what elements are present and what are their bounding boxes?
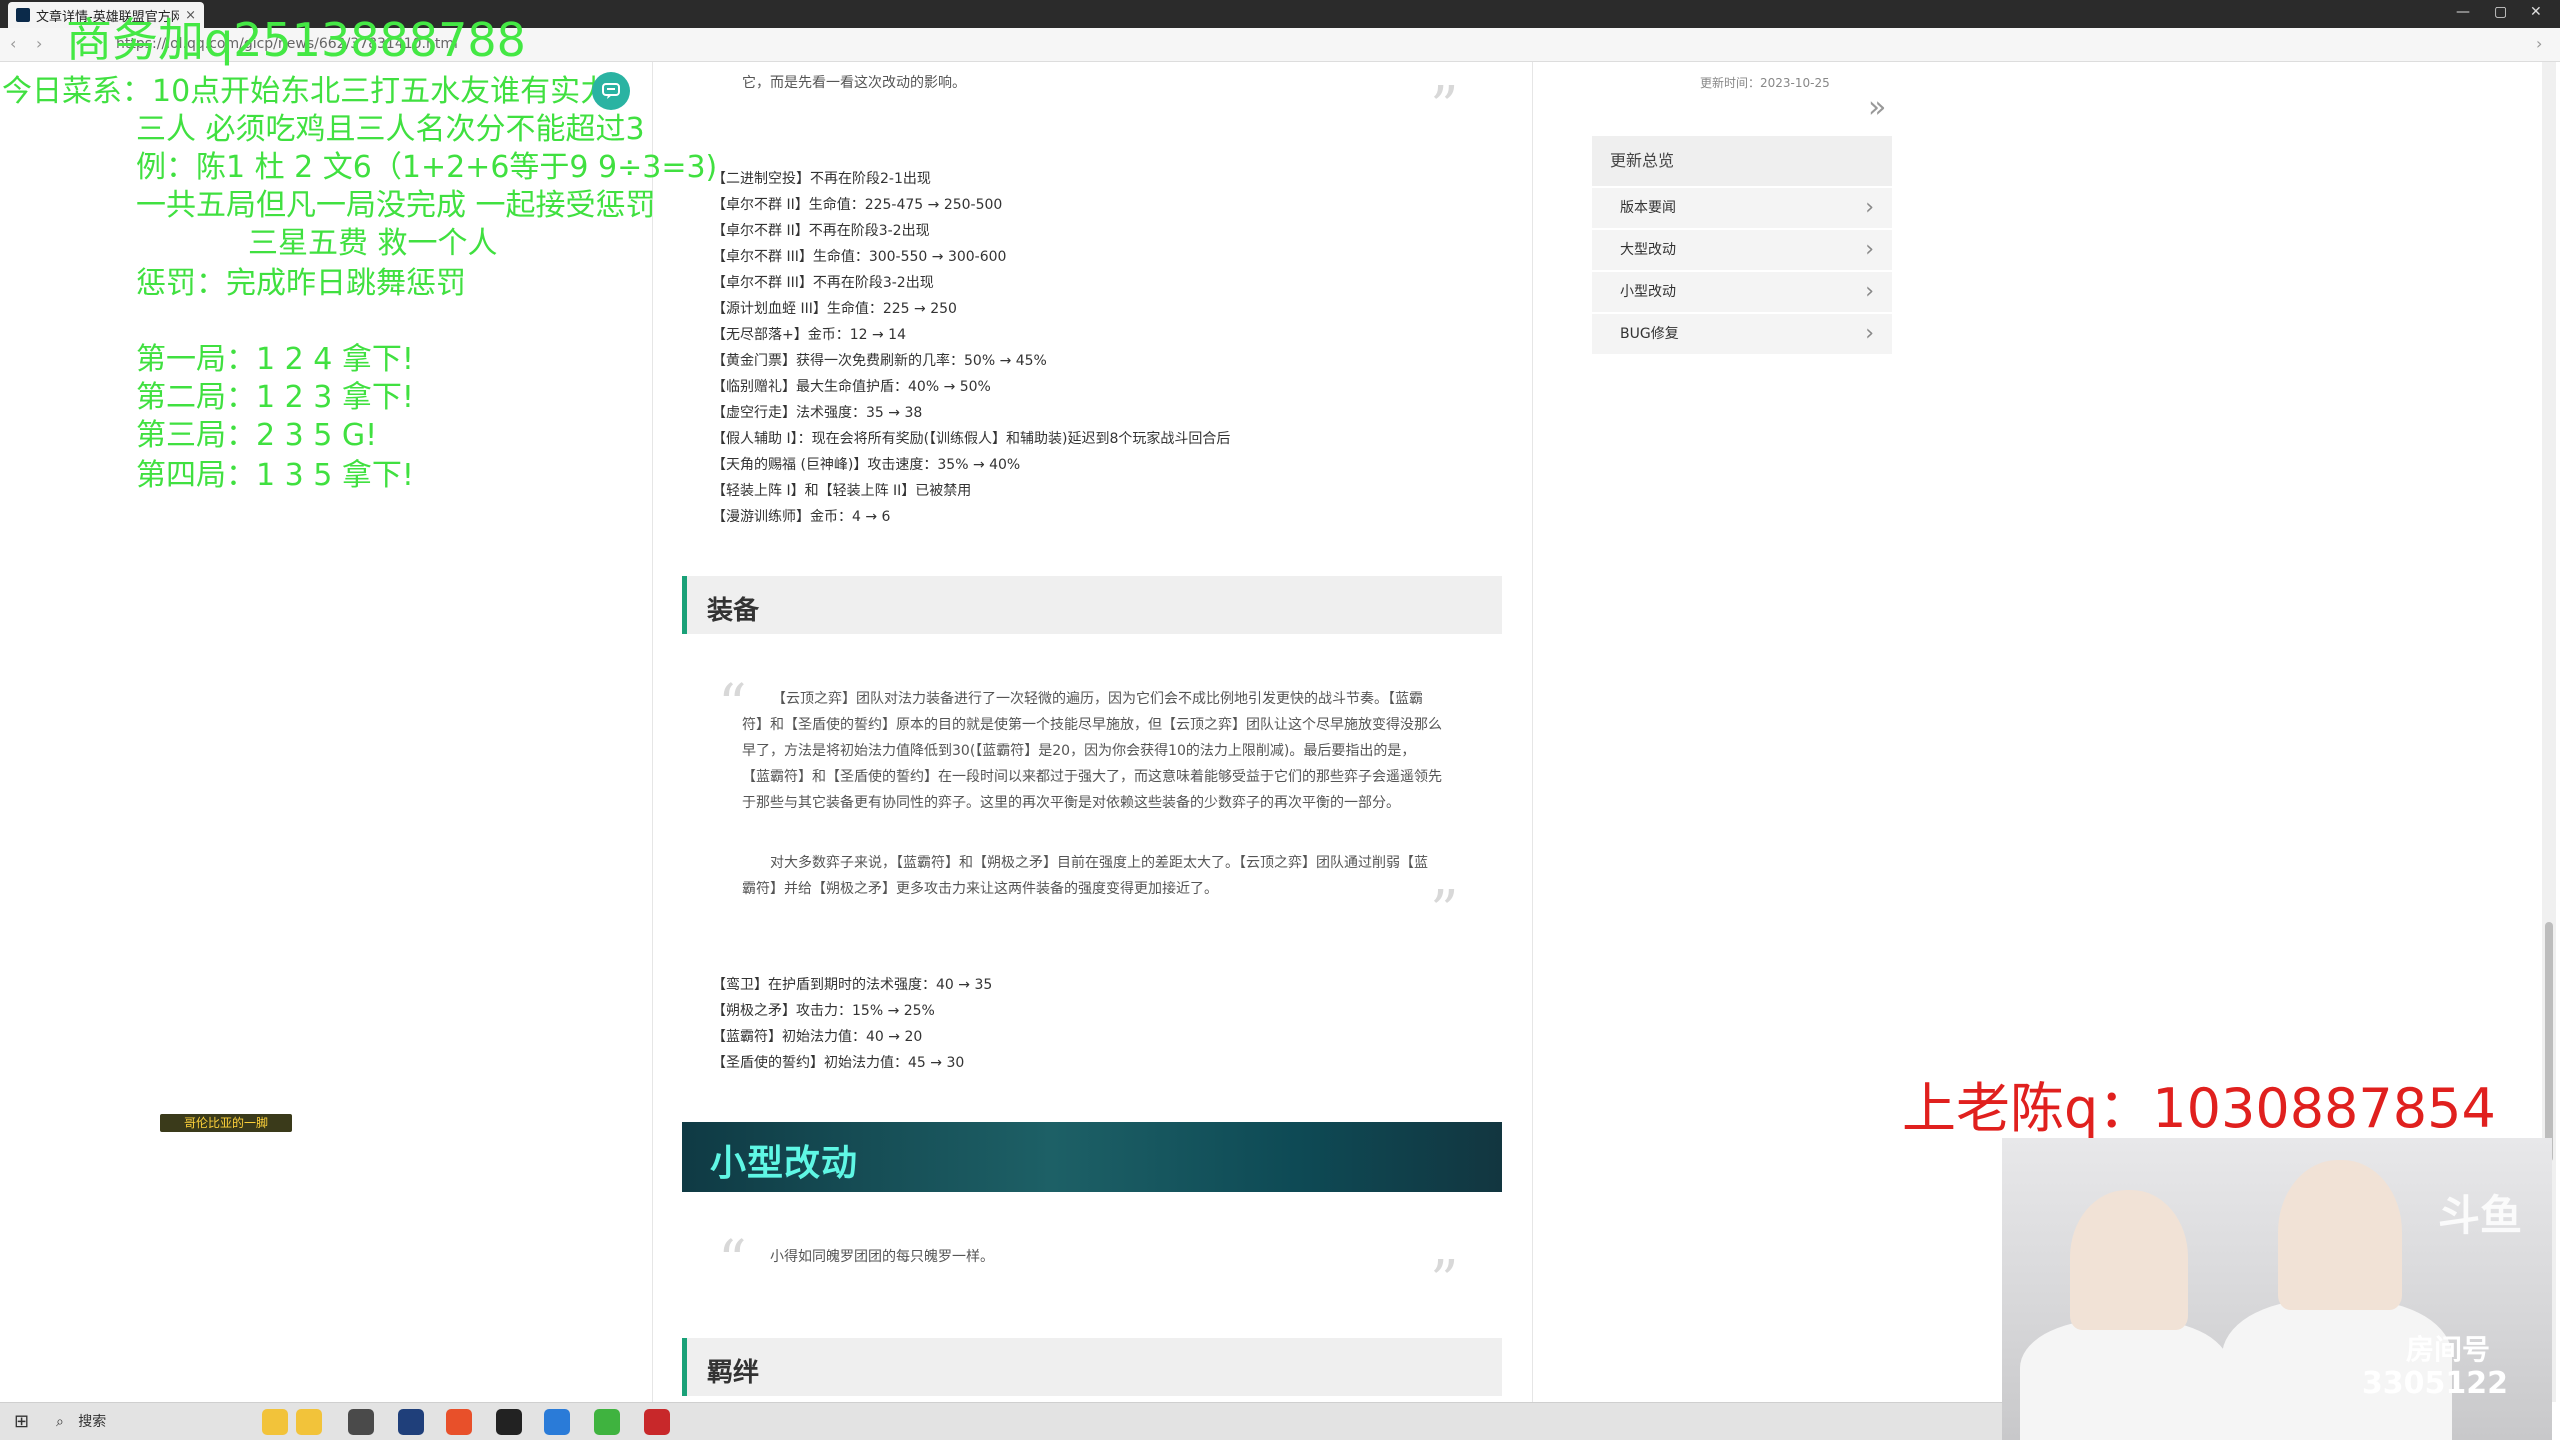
list-item: 【卓尔不群 II】生命值：225-475 → 250-500 — [712, 197, 1003, 213]
content-divider-left — [652, 62, 653, 1402]
update-time: 更新时间：2023-10-25 — [1700, 76, 1830, 90]
windows-taskbar: ⊞ ⌕ 搜索 — [0, 1402, 2002, 1440]
webcam-person-left-body — [2020, 1320, 2230, 1440]
minimize-icon[interactable]: — — [2456, 4, 2470, 20]
sidebar-item-bug-fixes[interactable]: BUG修复 › — [1592, 314, 1892, 354]
overview-title: 更新总览 — [1592, 136, 1892, 186]
list-item: 【鸾卫】在护盾到期时的法术强度：40 → 35 — [712, 977, 993, 993]
content-divider-right — [1532, 62, 1533, 1402]
list-item: 【临别赠礼】最大生命值护盾：40% → 50% — [712, 379, 991, 395]
sidebar-item-label: 小型改动 — [1620, 284, 1676, 300]
section-title: 装备 — [707, 596, 760, 626]
double-arrow-icon[interactable]: » — [1868, 90, 1886, 125]
quote-open-icon: “ — [718, 1229, 747, 1294]
list-item: 【轻装上阵 I】和【轻装上阵 II】已被禁用 — [712, 483, 972, 499]
section-title: 羁绊 — [707, 1358, 760, 1388]
equipment-quote-paragraph-1: 【云顶之弈】团队对法力装备进行了一次轻微的遍历，因为它们会不成比例地引发更快的战… — [742, 686, 1462, 816]
sidebar-item-major-changes[interactable]: 大型改动 › — [1592, 230, 1892, 270]
banner-title: 小型改动 — [710, 1143, 859, 1184]
quote-close-icon: ” — [1430, 75, 1459, 140]
quote-line: 霸符】并给【朔极之矛】更多攻击力来让这两件装备的强度变得更加接近了。 — [742, 881, 1218, 897]
overlay-line: 惩罚：完成昨日跳舞惩罚 — [136, 266, 466, 301]
chevron-right-icon: › — [1865, 195, 1874, 220]
list-item: 【漫游训练师】金币：4 → 6 — [712, 509, 891, 525]
augment-change-list: 【二进制空投】不再在阶段2-1出现 【卓尔不群 II】生命值：225-475 →… — [712, 166, 1230, 530]
list-item: 【天角的赐福 (巨神峰)】攻击速度：35% → 40% — [712, 457, 1021, 473]
search-icon: ⌕ — [56, 1414, 64, 1430]
chevron-right-icon: › — [1865, 237, 1874, 262]
taskbar-app-icon[interactable] — [262, 1409, 288, 1435]
sidebar-item-version-news[interactable]: 版本要闻 › — [1592, 188, 1892, 228]
chat-bubble-icon[interactable] — [592, 72, 630, 110]
room-number: 3305122 — [2361, 1366, 2508, 1401]
overlay-line: 第三局：2 3 5 G! — [136, 418, 378, 453]
chat-glyph-icon — [602, 83, 620, 99]
quote-close-icon: ” — [1430, 1249, 1459, 1314]
section-banner-small-changes: 小型改动 — [682, 1122, 1502, 1192]
sidebar-item-label: 大型改动 — [1620, 242, 1676, 258]
list-item: 【圣盾使的誓约】初始法力值：45 → 30 — [712, 1055, 965, 1071]
taskbar-search[interactable]: ⌕ 搜索 — [56, 1409, 256, 1435]
list-item: 【卓尔不群 II】不再在阶段3-2出现 — [712, 223, 930, 239]
quote-line: 对大多数弈子来说，【蓝霸符】和【朔极之矛】目前在强度上的差距太大了。【云顶之弈】… — [770, 855, 1428, 871]
maximize-icon[interactable]: ▢ — [2494, 4, 2507, 20]
webcam-person-left — [2070, 1190, 2188, 1330]
list-item: 【蓝霸符】初始法力值：40 → 20 — [712, 1029, 923, 1045]
list-item: 【无尽部落+】金币：12 → 14 — [712, 327, 906, 343]
taskbar-app-icon[interactable] — [296, 1409, 322, 1435]
quote-line: 于那些与其它装备更有协同性的弈子。这里的再次平衡是对依赖这些装备的少数弈子的再次… — [742, 795, 1400, 811]
taskbar-app-icon[interactable] — [594, 1409, 620, 1435]
update-overview-card: 更新总览 版本要闻 › 大型改动 › 小型改动 › BUG修复 › — [1592, 136, 1892, 354]
list-item: 【假人辅助 I】：现在会将所有奖励(【训练假人】和辅助装)延迟到8个玩家战斗回合… — [712, 431, 1231, 447]
sidebar-item-label: BUG修复 — [1620, 326, 1679, 342]
section-heading-traits: 羁绊 — [682, 1338, 1502, 1396]
overlay-line: 第四局：1 3 5 拿下! — [136, 458, 414, 493]
quote-line: 【蓝霸符】和【圣盾使的誓约】在一段时间以来都过于强大了，而这意味着能够受益于它们… — [742, 769, 1442, 785]
webcam-person-center — [2278, 1160, 2402, 1310]
search-label: 搜索 — [78, 1414, 107, 1430]
list-item: 【朔极之矛】攻击力：15% → 25% — [712, 1003, 935, 1019]
webcam-feed: 斗鱼 房间号 3305122 — [2002, 1138, 2552, 1440]
equipment-change-list: 【鸾卫】在护盾到期时的法术强度：40 → 35 【朔极之矛】攻击力：15% → … — [712, 972, 992, 1076]
back-icon[interactable]: ‹ — [10, 34, 16, 53]
site-favicon-icon — [16, 8, 30, 22]
overlay-small-badge: 哥伦比亚的一脚 — [160, 1114, 292, 1132]
address-bar-chevron-icon[interactable]: › — [2536, 34, 2542, 53]
chevron-right-icon: › — [1865, 321, 1874, 346]
small-changes-quote: 小得如同魄罗团团的每只魄罗一样。 — [770, 1249, 994, 1265]
douyu-logo: 斗鱼 — [2437, 1191, 2522, 1240]
list-item: 【虚空行走】法术强度：35 → 38 — [712, 405, 923, 421]
list-item: 【卓尔不群 III】不再在阶段3-2出现 — [712, 275, 934, 291]
taskbar-app-icon[interactable] — [398, 1409, 424, 1435]
quote-close-icon: ” — [1430, 879, 1459, 944]
overlay-line: 三星五费 救一个人 — [248, 226, 498, 261]
list-item: 【黄金门票】获得一次免费刷新的几率：50% → 45% — [712, 353, 1047, 369]
quote-line: 早了，方法是将初始法力值降低到30(【蓝霸符】是20，因为你会获得10的法力上限… — [742, 743, 1416, 759]
taskbar-app-icon[interactable] — [644, 1409, 670, 1435]
forward-icon[interactable]: › — [36, 34, 42, 53]
sidebar-item-minor-changes[interactable]: 小型改动 › — [1592, 272, 1892, 312]
taskbar-app-icon[interactable] — [446, 1409, 472, 1435]
chevron-right-icon: › — [1865, 279, 1874, 304]
sidebar-item-label: 版本要闻 — [1620, 200, 1676, 216]
taskbar-app-icon[interactable] — [496, 1409, 522, 1435]
section-heading-equipment: 装备 — [682, 576, 1502, 634]
screen: 文章详情-英雄联盟官方网站 × — ▢ ✕ ‹ › https://lol.qq… — [0, 0, 2560, 1440]
equipment-quote-paragraph-2: 对大多数弈子来说，【蓝霸符】和【朔极之矛】目前在强度上的差距太大了。【云顶之弈】… — [742, 850, 1462, 902]
start-icon[interactable]: ⊞ — [14, 1411, 29, 1432]
scrollbar-thumb[interactable] — [2545, 922, 2553, 1162]
close-window-icon[interactable]: ✕ — [2530, 4, 2542, 20]
list-item: 【二进制空投】不再在阶段2-1出现 — [712, 171, 931, 187]
browser-taskbar-icon[interactable] — [544, 1409, 570, 1435]
intro-tail-text: 它，而是先看一看这次改动的影响。 — [742, 75, 966, 91]
overlay-business-contact: 商务加q2513888788 — [66, 13, 526, 67]
task-view-icon[interactable] — [348, 1409, 374, 1435]
room-number-label: 房间号 — [2405, 1333, 2490, 1366]
quote-line: 【云顶之弈】团队对法力装备进行了一次轻微的遍历，因为它们会不成比例地引发更快的战… — [772, 691, 1423, 707]
overlay-red-contact: 上老陈q：1030887854 — [1902, 1077, 2496, 1140]
list-item: 【卓尔不群 III】生命值：300-550 → 300-600 — [712, 249, 1007, 265]
list-item: 【源计划血蛭 III】生命值：225 → 250 — [712, 301, 957, 317]
quote-line: 符】和【圣盾使的誓约】原本的目的就是使第一个技能尽早施放，但【云顶之弈】团队让这… — [742, 717, 1442, 733]
